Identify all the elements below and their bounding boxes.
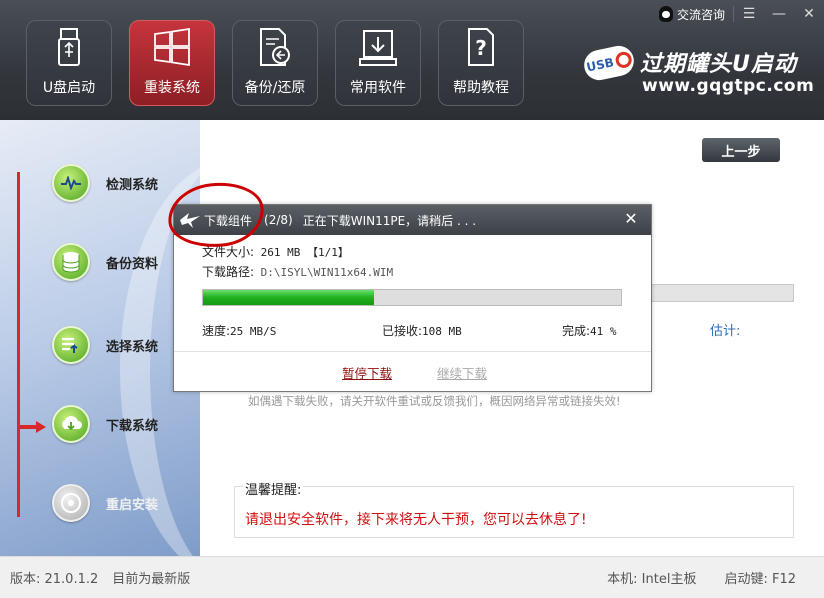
- menu-button[interactable]: ☰: [734, 3, 764, 25]
- nav-reinstall-system[interactable]: 重装系统: [129, 20, 215, 106]
- restart-disc-icon: [52, 484, 90, 522]
- done-stat: 完成:41 %: [562, 322, 617, 339]
- download-dialog: 下载组件 (2/8) 正在下载WIN11PE，请稍后 . . . ✕ 文件大小:…: [164, 178, 652, 392]
- file-size-value: 261 MB 【1/1】: [260, 246, 349, 259]
- close-icon: ✕: [803, 6, 815, 22]
- usb-drive-icon: [58, 28, 80, 66]
- nav-label: 帮助教程: [453, 80, 509, 96]
- resume-download-link[interactable]: 继续下载: [437, 363, 487, 382]
- speed-label: 速度:: [202, 324, 231, 338]
- dialog-header: 下载组件 (2/8) 正在下载WIN11PE，请稍后 . . . ✕: [164, 178, 651, 252]
- download-path-row: 下载路径: D:\ISYL\WIN11x64.WIM: [202, 263, 393, 280]
- brand-logo: USB 过期罐头U启动 www.gqgtpc.com: [580, 40, 816, 100]
- file-size-label: 文件大小:: [202, 245, 255, 259]
- tips-title: 温馨提醒:: [243, 479, 304, 498]
- estimate-label: 估计:: [710, 324, 741, 339]
- windows-icon: [154, 27, 190, 67]
- status-footer: 版本: 21.0.1.2 目前为最新版 本机: Intel主板 启动键: F12: [0, 556, 824, 598]
- svg-text:?: ?: [475, 36, 487, 60]
- file-size-row: 文件大小: 261 MB 【1/1】: [202, 243, 349, 260]
- software-download-icon: [359, 30, 397, 66]
- path-label: 下载路径:: [202, 265, 255, 279]
- step-select-system: 选择系统: [52, 326, 158, 364]
- download-progress-fill: [203, 290, 375, 305]
- progress-timeline: [17, 172, 20, 517]
- consult-label: 交流咨询: [676, 7, 725, 22]
- backup-restore-icon: [260, 28, 290, 66]
- speed-stat: 速度:25 MB/S: [202, 322, 276, 339]
- minimize-icon: —: [772, 6, 786, 22]
- nav-backup-restore[interactable]: 备份/还原: [232, 20, 318, 106]
- step-backup-data: 备份资料: [52, 243, 158, 281]
- nav-label: 常用软件: [350, 80, 406, 96]
- consult-button[interactable]: 交流咨询: [651, 3, 733, 25]
- component-count: (2/8): [264, 213, 293, 227]
- path-value: D:\ISYL\WIN11x64.WIM: [260, 266, 394, 279]
- tips-box: 温馨提醒: 请退出安全软件，接下来将无人干预，您可以去休息了!: [234, 479, 794, 538]
- download-status: 正在下载WIN11PE，请稍后 . . .: [302, 213, 477, 228]
- tips-text: 请退出安全软件，接下来将无人干预，您可以去休息了!: [245, 512, 587, 528]
- done-label: 完成:: [562, 324, 591, 338]
- minimize-button[interactable]: —: [764, 3, 794, 25]
- step-detect-system: 检测系统: [52, 164, 158, 202]
- received-value: 108 MB: [422, 325, 462, 338]
- steps-sidebar: 检测系统 备份资料 选择系统 下载系统 重启安装: [0, 120, 200, 556]
- pause-download-link[interactable]: 暂停下载: [342, 363, 392, 382]
- step-download-system: 下载系统: [52, 405, 158, 443]
- latest-version-text: 目前为最新版: [112, 572, 191, 587]
- step-label: 下载系统: [106, 418, 159, 434]
- version-text: 版本: 21.0.1.2: [10, 572, 99, 587]
- close-button[interactable]: ✕: [794, 3, 824, 25]
- divider: [174, 351, 651, 352]
- step-label: 备份资料: [106, 256, 159, 272]
- nav-common-software[interactable]: 常用软件: [335, 20, 421, 106]
- current-step-arrow-icon: [18, 421, 46, 433]
- brand-title: 过期罐头U启动: [640, 52, 797, 77]
- qq-icon: [658, 6, 673, 22]
- badge-text: USB: [585, 55, 616, 75]
- power-ring-icon: [613, 50, 633, 70]
- received-stat: 已接收:108 MB: [382, 322, 462, 339]
- nav-label: 重装系统: [144, 80, 200, 96]
- prev-step-button[interactable]: 上一步: [702, 138, 780, 162]
- database-icon: [52, 243, 90, 281]
- boot-key-info: 启动键: F12: [724, 572, 796, 587]
- nav-usb-boot[interactable]: U盘启动: [26, 20, 112, 106]
- nav-label: 备份/还原: [244, 80, 306, 96]
- speed-value: 25 MB/S: [230, 325, 277, 338]
- step-restart-install: 重启安装: [52, 484, 158, 522]
- select-list-icon: [52, 326, 90, 364]
- cloud-download-icon: [52, 405, 90, 443]
- received-label: 已接收:: [382, 324, 423, 338]
- nav-help-tutorial[interactable]: ? 帮助教程: [438, 20, 524, 106]
- nav-label: U盘启动: [42, 80, 96, 96]
- download-progress-bar: [202, 289, 622, 306]
- window-controls: 交流咨询 ☰ — ✕: [651, 0, 824, 28]
- step-label: 检测系统: [106, 177, 159, 193]
- usb-badge: USB: [581, 43, 637, 83]
- machine-info: 本机: Intel主板: [607, 572, 697, 587]
- app-header: 交流咨询 ☰ — ✕ U盘启动 重装系统 备份/还原 常用软件 ? 帮助教程 U…: [0, 0, 824, 120]
- brand-url: www.gqgtpc.com: [642, 76, 815, 96]
- detect-icon: [52, 164, 90, 202]
- help-document-icon: ?: [468, 28, 494, 66]
- step-label: 重启安装: [106, 497, 159, 513]
- main-nav: U盘启动 重装系统 备份/还原 常用软件 ? 帮助教程: [26, 20, 524, 106]
- step-label: 选择系统: [106, 339, 159, 355]
- done-value: 41 %: [590, 325, 617, 338]
- dialog-close-icon[interactable]: ✕: [623, 211, 639, 227]
- failure-hint: 如偶遇下载失败，请关开软件重试或反馈我们，概因网络异常或链接失效!: [248, 394, 621, 408]
- menu-icon: ☰: [742, 6, 756, 22]
